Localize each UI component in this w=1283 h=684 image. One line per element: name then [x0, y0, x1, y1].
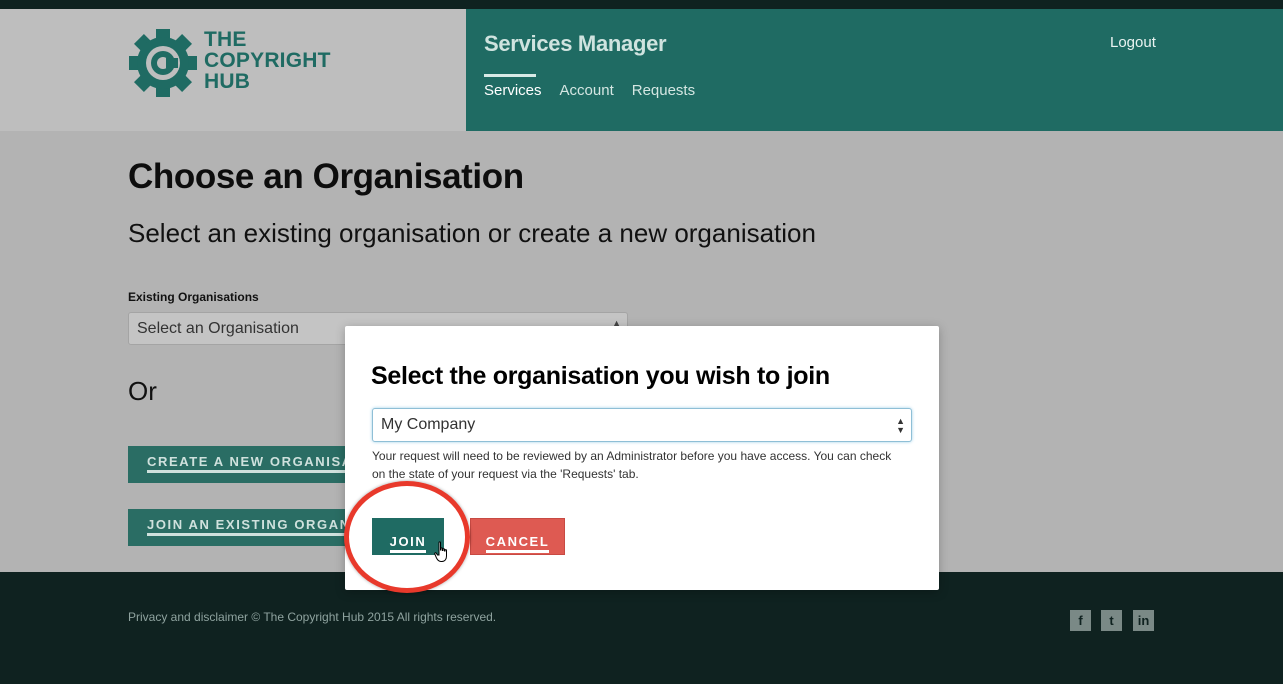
- twitter-icon[interactable]: t: [1101, 610, 1122, 631]
- top-strip: [0, 0, 1283, 9]
- gear-logo-icon: [129, 29, 197, 97]
- organisation-to-join-select-value: My Company: [381, 416, 476, 433]
- logout-link[interactable]: Logout: [1110, 34, 1156, 51]
- page-title: Choose an Organisation: [128, 157, 524, 196]
- page-subtitle: Select an existing organisation or creat…: [128, 218, 816, 248]
- nav-tab-services[interactable]: Services: [484, 74, 542, 99]
- cancel-button-label: CANCEL: [485, 533, 550, 553]
- logo-line-3: HUB: [204, 70, 251, 93]
- organisation-to-join-select[interactable]: My Company ▲ ▼: [372, 408, 912, 442]
- facebook-icon[interactable]: f: [1070, 610, 1091, 631]
- join-existing-organisation-button[interactable]: JOIN AN EXISTING ORGANISATION: [128, 509, 358, 546]
- modal-title: Select the organisation you wish to join: [371, 362, 830, 390]
- existing-organisation-select-value: Select an Organisation: [137, 320, 299, 337]
- logo-line-1: THE: [204, 28, 247, 51]
- linkedin-icon[interactable]: in: [1133, 610, 1154, 631]
- footer-copyright: Privacy and disclaimer © The Copyright H…: [128, 610, 497, 624]
- create-organisation-button-label: CREATE A NEW ORGANISATION: [147, 454, 358, 473]
- cancel-button[interactable]: CANCEL: [470, 518, 565, 555]
- existing-organisations-label: Existing Organisations: [128, 290, 259, 304]
- join-button-label: JOIN: [389, 533, 427, 553]
- app-title: Services Manager: [484, 31, 667, 56]
- or-separator: Or: [128, 376, 157, 406]
- nav-tab-requests[interactable]: Requests: [632, 82, 695, 99]
- modal-help-text: Your request will need to be reviewed by…: [372, 449, 892, 481]
- create-organisation-button[interactable]: CREATE A NEW ORGANISATION: [128, 446, 358, 483]
- hand-pointer-cursor-icon: [434, 541, 447, 562]
- copyright-hub-logo[interactable]: THE COPYRIGHT HUB: [128, 28, 368, 98]
- join-existing-organisation-button-label: JOIN AN EXISTING ORGANISATION: [147, 517, 358, 536]
- logo-wordmark: THE COPYRIGHT HUB: [204, 29, 331, 92]
- logo-line-2: COPYRIGHT: [204, 49, 331, 72]
- select-arrows-icon: ▲▼: [896, 416, 905, 435]
- header-nav-area: [466, 9, 1283, 131]
- nav-tab-account[interactable]: Account: [560, 82, 614, 99]
- main-nav: Services Account Requests: [484, 74, 695, 99]
